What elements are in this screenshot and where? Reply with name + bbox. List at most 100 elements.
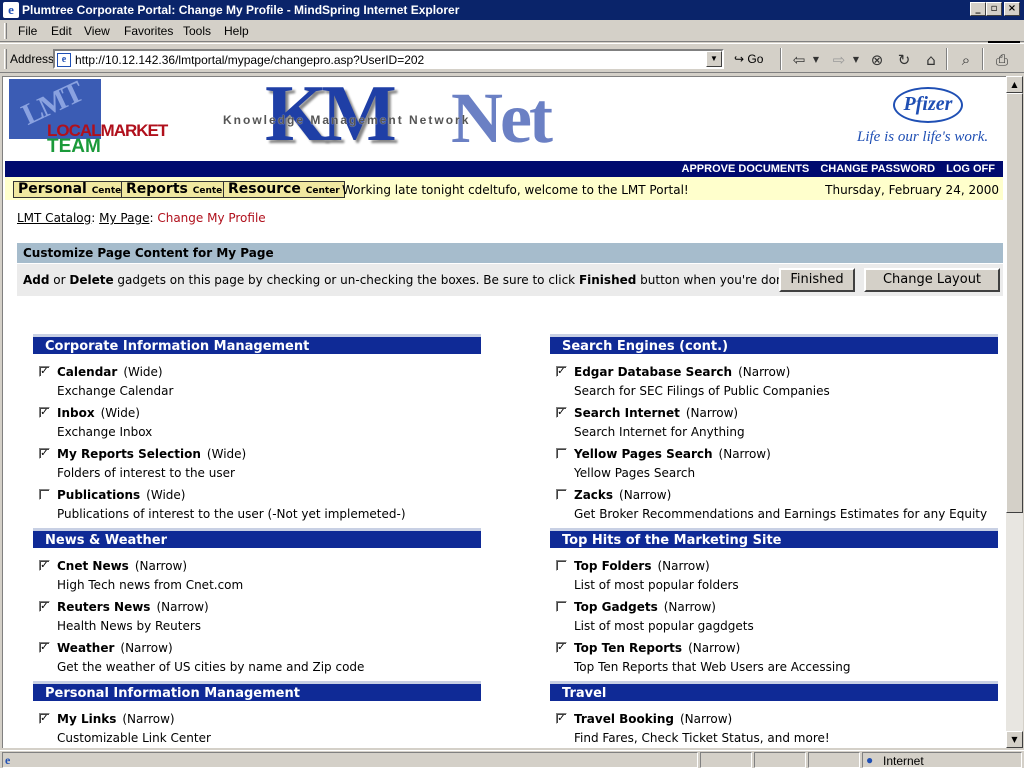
gadget-checkbox-checked[interactable]: ✓ (556, 407, 567, 418)
print-icon[interactable]: ⎙ (991, 50, 1013, 70)
home-icon[interactable]: ⌂ (920, 50, 942, 70)
gadget-section-header: Travel (550, 681, 998, 701)
search-icon[interactable]: ⌕ (955, 50, 977, 70)
lmt-logo[interactable]: LMT LOCALMARKET TEAM (7, 77, 177, 157)
scroll-up-arrow-icon[interactable]: ▲ (1006, 76, 1023, 93)
refresh-icon[interactable]: ↻ (893, 50, 915, 70)
pfizer-logo: Pfizer Life is our life's work. (857, 83, 1003, 153)
gadget-item: ✓ Inbox (Wide) Exchange Inbox (33, 405, 481, 445)
gadget-name-line: Edgar Database Search (Narrow) (574, 365, 790, 379)
gadget-name-line: Publications (Wide) (57, 488, 185, 502)
scroll-thumb[interactable] (1006, 93, 1023, 513)
tab-resource-center[interactable]: Resource Center (223, 181, 345, 198)
scroll-down-arrow-icon[interactable]: ▼ (1006, 731, 1023, 748)
menu-edit[interactable]: Edit (51, 24, 72, 38)
gadget-checkbox-checked[interactable]: ✓ (39, 642, 50, 653)
menu-view[interactable]: View (84, 24, 110, 38)
gadget-checkbox[interactable] (556, 601, 567, 612)
gadget-item: ✓ Edgar Database Search (Narrow) Search for… (550, 364, 998, 404)
gadget-checkbox[interactable] (556, 489, 567, 500)
gadget-checkbox[interactable] (39, 489, 50, 500)
gadget-size: (Narrow) (156, 600, 209, 614)
window-title: Plumtree Corporate Portal: Change My Pro… (22, 3, 460, 17)
page-icon: e (57, 53, 71, 67)
forward-arrow-icon[interactable]: ⇨ (828, 50, 850, 70)
gadget-size: (Narrow) (663, 600, 716, 614)
address-label: Address (10, 52, 55, 66)
gadget-item: Top Gadgets (Narrow) List of most popular … (550, 599, 998, 639)
gadget-checkbox-checked[interactable]: ✓ (39, 366, 50, 377)
gadget-checkbox-checked[interactable]: ✓ (39, 713, 50, 724)
instruction-segment: or (49, 273, 70, 287)
gadget-checkbox-checked[interactable]: ✓ (39, 601, 50, 612)
gadget-description: Yellow Pages Search (574, 466, 696, 480)
breadcrumb-my-page[interactable]: My Page (99, 211, 149, 225)
vertical-scrollbar[interactable]: ▲ ▼ (1006, 76, 1023, 748)
tab-personal-center[interactable]: Personal Center (13, 181, 131, 198)
toolbar-separator (946, 48, 948, 70)
back-arrow-icon[interactable]: ⇦ (788, 50, 810, 70)
menu-favorites[interactable]: Favorites (124, 24, 173, 38)
maximize-button[interactable]: ▫ (986, 2, 1002, 16)
toolbar-grip[interactable] (4, 23, 7, 39)
change-password-link[interactable]: CHANGE PASSWORD (820, 163, 935, 175)
close-button[interactable]: × (1004, 2, 1020, 16)
breadcrumb-current: Change My Profile (157, 211, 266, 225)
page-content: LMT LOCALMARKET TEAM KM Net Knowledge Ma… (2, 76, 1006, 748)
instruction-segment: Delete (69, 273, 114, 287)
gadget-item: ✓ Search Internet (Narrow) Search Internet … (550, 405, 998, 445)
gadget-section-header: News & Weather (33, 528, 481, 548)
gadget-item: ✓ Calendar (Wide) Exchange Calendar (33, 364, 481, 404)
gadget-checkbox-checked[interactable]: ✓ (39, 407, 50, 418)
gadget-name-line: Top Ten Reports (Narrow) (574, 641, 740, 655)
tab-personal-label: Personal (18, 181, 87, 197)
minimize-button[interactable]: _ (970, 2, 986, 16)
gadget-description: Top Ten Reports that Web Users are Acces… (574, 660, 851, 674)
forward-dropdown-icon[interactable]: ▼ (850, 50, 862, 70)
gadget-checkbox-checked[interactable]: ✓ (556, 713, 567, 724)
pfizer-tagline: Life is our life's work. (857, 129, 989, 145)
gadget-checkbox[interactable] (556, 560, 567, 571)
back-dropdown-icon[interactable]: ▼ (810, 50, 822, 70)
gadget-size: (Wide) (146, 488, 186, 502)
instruction-segment: gadgets on this page by checking or un-c… (113, 273, 579, 287)
menu-tools[interactable]: Tools (183, 24, 211, 38)
gadget-checkbox[interactable] (556, 448, 567, 459)
toolbar-separator (780, 48, 782, 70)
go-button[interactable]: ↪ Go (734, 52, 763, 66)
gadget-description: Folders of interest to the user (57, 466, 235, 480)
gadget-checkbox-checked[interactable]: ✓ (556, 642, 567, 653)
approve-documents-link[interactable]: APPROVE DOCUMENTS (682, 163, 810, 175)
gadget-item: ✓ Reuters News (Narrow) Health News by Reut… (33, 599, 481, 639)
gadget-item: ✓ My Reports Selection (Wide) Folders of in… (33, 446, 481, 486)
change-layout-button[interactable]: Change Layout (864, 268, 1000, 292)
gadget-name-line: Reuters News (Narrow) (57, 600, 209, 614)
gadget-size: (Narrow) (688, 641, 741, 655)
gadget-name-line: Inbox (Wide) (57, 406, 140, 420)
breadcrumb-lmt-catalog[interactable]: LMT Catalog (17, 211, 91, 225)
menu-file[interactable]: File (18, 24, 37, 38)
gadget-description: Publications of interest to the user (-N… (57, 507, 406, 521)
gadget-item: Yellow Pages Search (Narrow) Yellow Pages … (550, 446, 998, 486)
finished-button[interactable]: Finished (779, 268, 855, 292)
address-bar: Address e http://10.12.142.36/lmtportal/… (0, 43, 1024, 73)
address-input[interactable]: e http://10.12.142.36/lmtportal/mypage/c… (53, 49, 724, 69)
km-logo-subtitle: Knowledge Management Network (223, 113, 471, 127)
gadget-item: ✓ Top Ten Reports (Narrow) Top Ten Reports … (550, 640, 998, 680)
gadget-section-header: Personal Information Management (33, 681, 481, 701)
stop-icon[interactable]: ⊗ (866, 50, 888, 70)
gadget-name-line: Cnet News (Narrow) (57, 559, 187, 573)
gadget-size: (Narrow) (685, 406, 739, 420)
gadget-item: Publications (Wide) Publications of intere… (33, 487, 481, 527)
status-main: e (2, 752, 698, 768)
ie-logo-icon: e (3, 2, 19, 18)
gadget-checkbox-checked[interactable]: ✓ (556, 366, 567, 377)
gadget-checkbox-checked[interactable]: ✓ (39, 560, 50, 571)
address-dropdown-button[interactable]: ▼ (706, 51, 722, 67)
gadget-checkbox-checked[interactable]: ✓ (39, 448, 50, 459)
toolbar-grip[interactable] (4, 49, 7, 69)
tab-reports-center[interactable]: Reports Center (121, 181, 232, 198)
log-off-link[interactable]: LOG OFF (946, 163, 995, 175)
menu-help[interactable]: Help (224, 24, 249, 38)
gadget-name: Zacks (574, 488, 614, 502)
